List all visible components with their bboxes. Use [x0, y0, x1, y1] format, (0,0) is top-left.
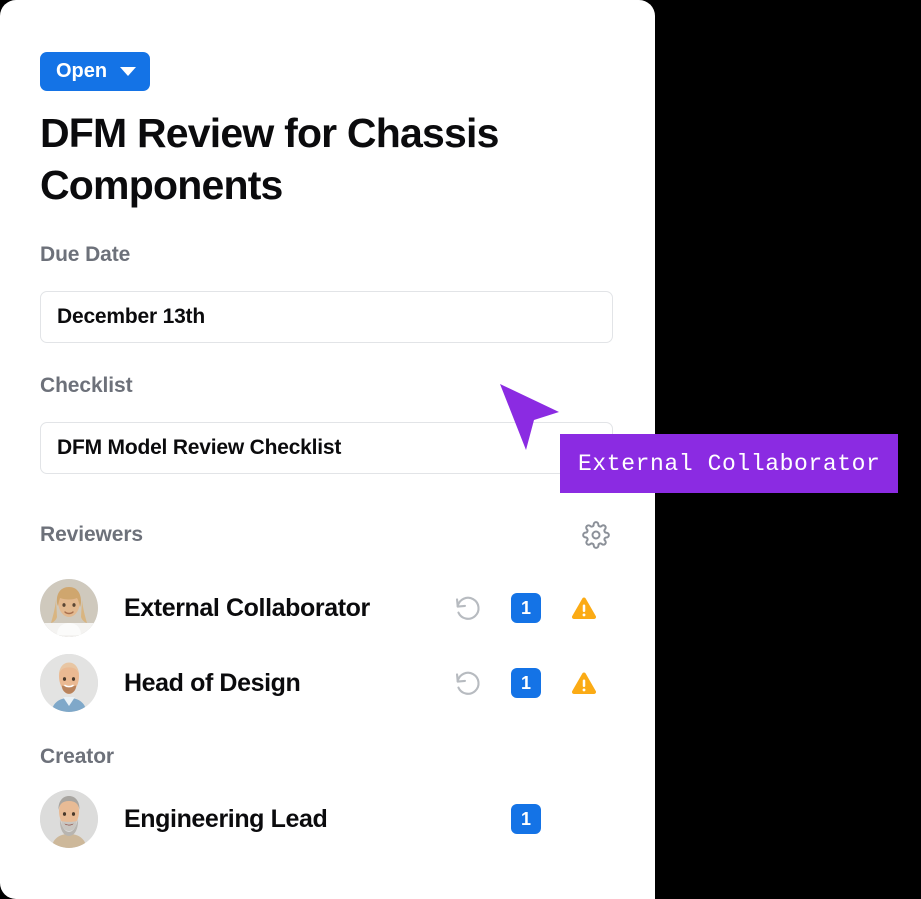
screen: Open DFM Review for Chassis Components D… — [0, 0, 921, 899]
warning-triangle-icon[interactable] — [555, 593, 613, 623]
reviewer-actions: 1 — [439, 593, 613, 623]
reviewer-name: Head of Design — [124, 668, 301, 697]
chevron-down-icon — [120, 66, 137, 76]
due-date-input[interactable]: December 13th — [40, 291, 613, 343]
checklist-value: DFM Model Review Checklist — [57, 436, 342, 459]
status-dropdown-button[interactable]: Open — [40, 52, 151, 91]
page-title: DFM Review for Chassis Components — [40, 110, 499, 208]
creator-count-cell: 1 — [497, 804, 555, 834]
checklist-input[interactable]: DFM Model Review Checklist — [40, 422, 613, 474]
reviewers-title: Reviewers — [40, 523, 144, 546]
creator-name: Engineering Lead — [124, 804, 328, 833]
avatar — [40, 790, 98, 848]
cursor-name-text: External Collaborator — [578, 450, 881, 477]
status-label: Open — [56, 60, 108, 82]
reviewer-row[interactable]: Head of Design 1 — [40, 654, 613, 712]
checklist-label: Checklist — [40, 374, 133, 397]
count-badge[interactable]: 1 — [511, 593, 541, 623]
due-date-value: December 13th — [57, 305, 205, 328]
creator-actions: 1 — [497, 804, 613, 834]
warning-triangle-icon[interactable] — [555, 668, 613, 698]
count-badge[interactable]: 1 — [511, 804, 541, 834]
reviewer-count-cell: 1 — [497, 593, 555, 623]
reviewer-name: External Collaborator — [124, 593, 370, 622]
reviewer-row[interactable]: External Collaborator 1 — [40, 579, 613, 637]
rotate-left-icon[interactable] — [439, 669, 497, 697]
count-badge[interactable]: 1 — [511, 668, 541, 698]
reviewers-section-header: Reviewers — [40, 518, 613, 552]
due-date-label: Due Date — [40, 243, 131, 266]
creator-row[interactable]: Engineering Lead 1 — [40, 790, 613, 848]
creator-label: Creator — [40, 745, 114, 768]
reviewer-actions: 1 — [439, 668, 613, 698]
gear-icon[interactable] — [579, 518, 613, 552]
task-detail-card: Open DFM Review for Chassis Components D… — [0, 0, 655, 899]
reviewer-count-cell: 1 — [497, 668, 555, 698]
avatar — [40, 654, 98, 712]
cursor-name-label: External Collaborator — [560, 434, 899, 493]
avatar — [40, 579, 98, 637]
rotate-left-icon[interactable] — [439, 594, 497, 622]
status-row: Open — [40, 52, 151, 91]
